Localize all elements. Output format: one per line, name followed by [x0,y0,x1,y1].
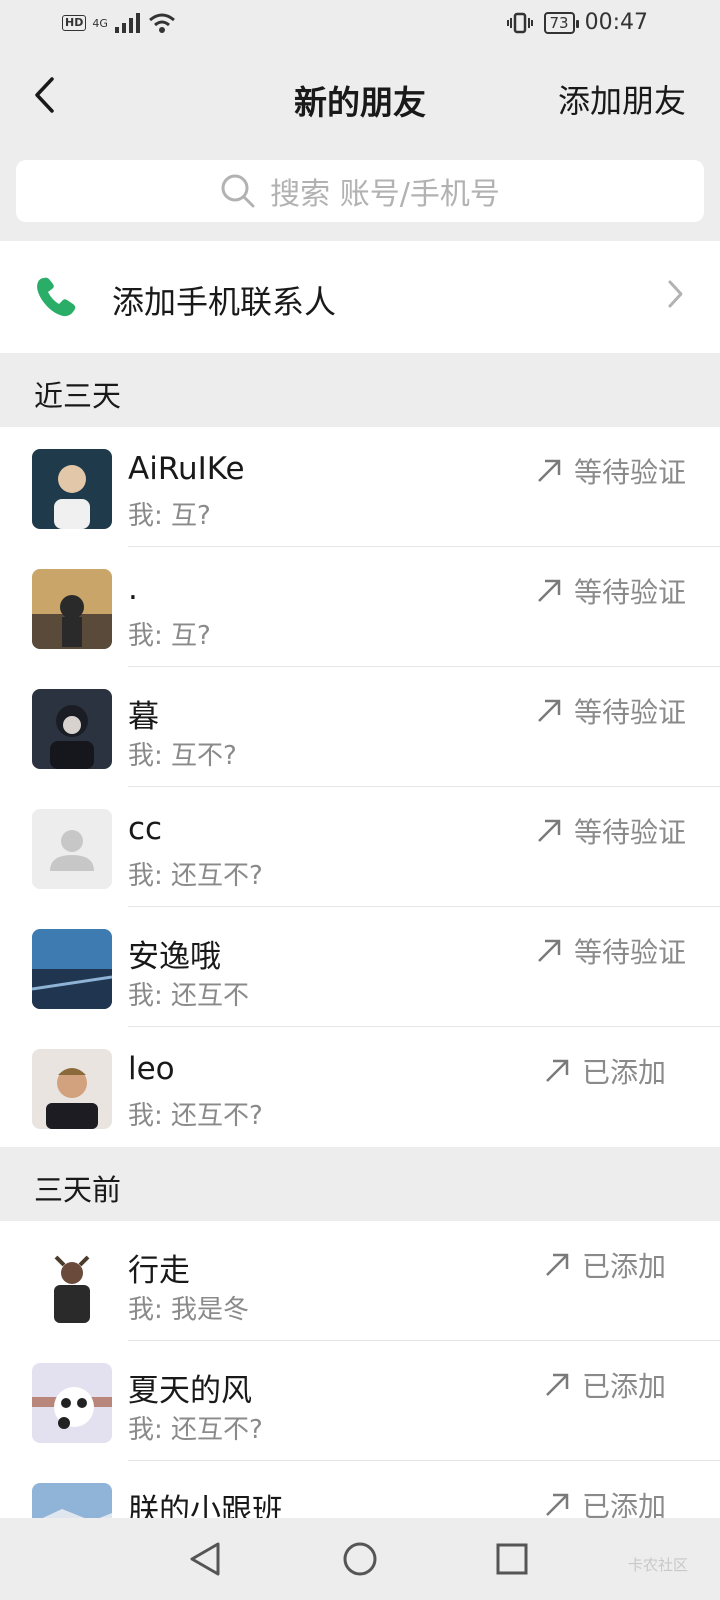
request-status-text: 已添加 [581,1250,666,1283]
arrow-up-right-icon [538,699,561,722]
section-header-older: 三天前 [0,1147,720,1221]
square-recents-icon [496,1543,528,1575]
request-status-text: 等待验证 [573,576,686,609]
request-status-text: 等待验证 [573,696,686,729]
request-message: 我: 还互不? [128,1415,263,1445]
contact-name: 安逸哦 [128,939,221,975]
arrow-up-right-icon [538,459,561,482]
chevron-right-icon [666,279,684,313]
add-phone-contacts-label: 添加手机联系人 [112,283,337,321]
request-status: 已添加 [544,1245,666,1285]
friend-request-item[interactable]: . 我: 互? 等待验证 [0,547,720,667]
request-status-text: 等待验证 [573,816,686,849]
request-status: 等待验证 [536,691,686,731]
avatar [32,569,112,649]
add-friend-button[interactable]: 添加朋友 [558,76,686,122]
request-status: 等待验证 [536,571,686,611]
section-header-recent: 近三天 [0,353,720,427]
system-navigation-bar: 卡农社区 [0,1518,720,1600]
network-indicator: 4G [92,18,108,29]
phone-icon [34,275,78,323]
contact-name: leo [128,1051,175,1087]
arrow-up-right-icon [546,1059,569,1082]
friend-request-item[interactable]: 夏天的风 我: 还互不? 已添加 [0,1341,720,1461]
avatar [32,689,112,769]
arrow-up-right-icon [538,939,561,962]
request-message: 我: 我是冬 [128,1295,250,1325]
add-phone-contacts-row[interactable]: 添加手机联系人 [0,241,720,353]
default-avatar [32,809,112,889]
request-status: 已添加 [544,1365,666,1405]
friend-request-item[interactable]: 暮 我: 互不? 等待验证 [0,667,720,787]
hd-badge: HD [62,15,87,31]
triangle-back-icon [190,1542,220,1576]
request-status-text: 已添加 [581,1056,666,1089]
avatar [32,929,112,1009]
battery-indicator: 73 [543,11,579,34]
request-message: 我: 互? [128,621,211,651]
network-type: 4G [92,16,108,30]
arrow-up-right-icon [538,579,561,602]
request-message: 我: 还互不 [128,981,250,1011]
avatar [32,1243,112,1323]
status-right: 73 00:47 [506,10,648,35]
avatar [32,1049,112,1129]
friend-request-item[interactable]: 行走 我: 我是冬 已添加 [0,1221,720,1341]
watermark: 卡农社区 [627,1556,688,1574]
request-status: 等待验证 [536,811,686,851]
search-icon [221,174,255,208]
contact-name: cc [128,811,163,847]
nav-home-button[interactable] [339,1538,381,1580]
request-message: 我: 互不? [128,741,237,771]
request-message: 我: 还互不? [128,861,263,891]
request-status: 等待验证 [536,931,686,971]
request-status: 已添加 [544,1051,666,1091]
request-message: 我: 互? [128,501,211,531]
circle-home-icon [343,1542,377,1576]
nav-recents-button[interactable] [491,1538,533,1580]
search-input[interactable]: 搜索 账号/手机号 [16,160,704,222]
friend-request-item[interactable]: AiRuIKe 我: 互? 等待验证 [0,427,720,547]
arrow-up-right-icon [546,1493,569,1516]
arrow-up-right-icon [546,1373,569,1396]
avatar [32,1363,112,1443]
arrow-up-right-icon [546,1253,569,1276]
section-title: 三天前 [34,1173,122,1207]
contact-name: 行走 [128,1253,190,1289]
request-status: 等待验证 [536,451,686,491]
contact-name: AiRuIKe [128,451,245,487]
vibrate-icon [506,12,533,33]
top-navigation: 新的朋友 添加朋友 [0,48,720,148]
status-bar: HD 4G 73 00:47 [0,0,720,48]
search-placeholder: 搜索 账号/手机号 [270,177,500,212]
section-title: 近三天 [34,379,122,413]
friend-request-item[interactable]: 安逸哦 我: 还互不 等待验证 [0,907,720,1027]
arrow-up-right-icon [538,819,561,842]
friend-request-item[interactable]: leo 我: 还互不? 已添加 [0,1027,720,1147]
wifi-icon [148,13,175,33]
friend-request-item[interactable]: cc 我: 还互不? 等待验证 [0,787,720,907]
contact-name: . [128,571,138,607]
request-status-text: 等待验证 [573,936,686,969]
request-status-text: 已添加 [581,1370,666,1403]
signal-icon [114,13,140,33]
request-status-text: 等待验证 [573,456,686,489]
request-message: 我: 还互不? [128,1101,263,1131]
contact-name: 夏天的风 [128,1373,252,1409]
status-left: HD 4G [62,12,176,34]
avatar [32,449,112,529]
contact-name: 暮 [128,699,159,735]
nav-back-button[interactable] [184,1538,226,1580]
clock: 00:47 [584,10,648,35]
